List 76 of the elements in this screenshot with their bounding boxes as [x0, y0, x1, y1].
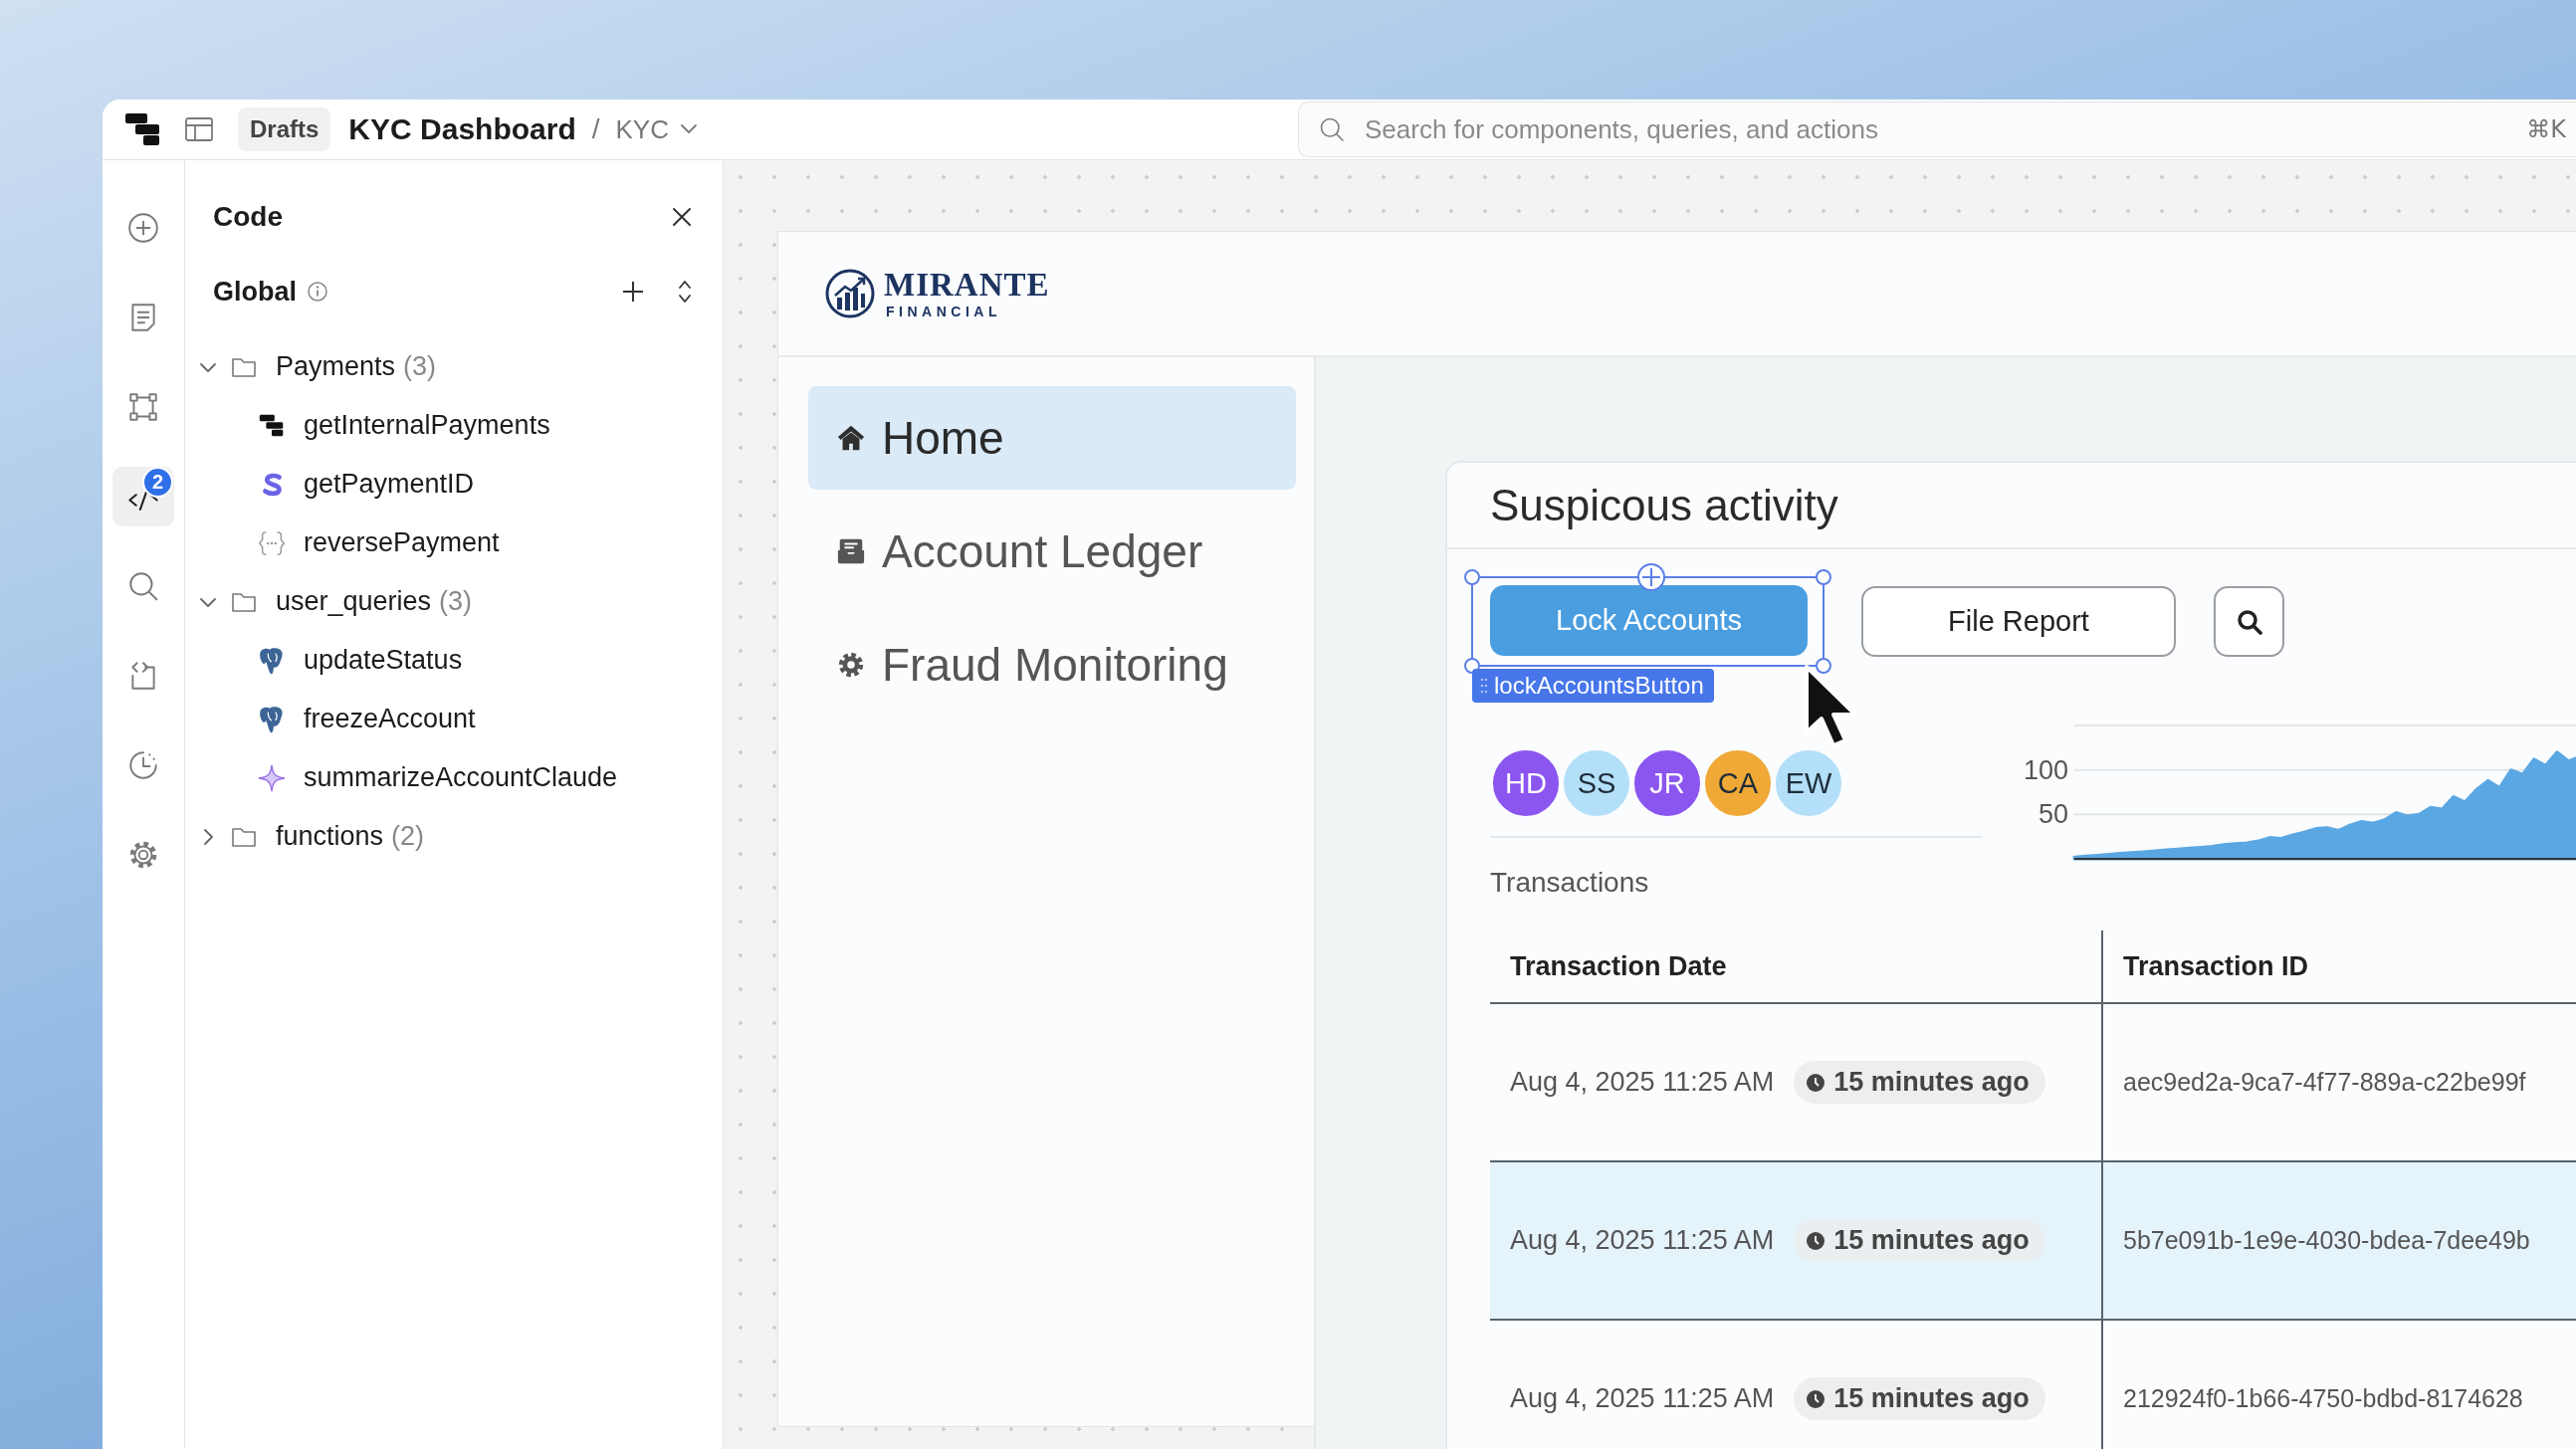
query-name[interactable]: freezeAccount	[304, 704, 476, 734]
component-name-tag[interactable]: lockAccountsButton	[1472, 669, 1714, 703]
folder-icon	[231, 590, 257, 613]
clock-icon	[126, 748, 160, 782]
panel-title: Code	[213, 201, 283, 233]
table-row[interactable]: Aug 4, 2025 11:25 AM 15 minutes ago 212924f0-1b66-4750-bdbd-8174628	[1490, 1321, 2576, 1449]
time-ago-tag: 15 minutes ago	[1794, 1377, 2045, 1420]
close-icon[interactable]	[671, 206, 693, 228]
section-label: Transactions	[1490, 868, 1650, 898]
search-icon	[1318, 115, 1346, 143]
axis-label: 100	[2023, 754, 2068, 785]
card-title: Suspicous activity	[1447, 463, 2576, 549]
section-title: Global	[213, 276, 297, 308]
table-row[interactable]: Aug 4, 2025 11:25 AM 15 minutes ago 5b7e091b-1e9e-4030-bdea-7dee49b	[1490, 1162, 2576, 1321]
add-icon	[126, 211, 160, 245]
column-header[interactable]: Transaction Date	[1510, 950, 1727, 982]
shortcut-hint: ⌘K	[2526, 115, 2566, 143]
transaction-id: 212924f0-1b66-4750-bdbd-8174628	[2123, 1384, 2523, 1413]
nav-item[interactable]: Home	[808, 386, 1296, 490]
expand-collapse-icon[interactable]	[677, 279, 693, 305]
item-count: (2)	[391, 821, 425, 852]
breadcrumb-separator: /	[591, 113, 600, 145]
chevron-down-icon[interactable]	[679, 123, 699, 135]
date-text: Aug 4, 2025 11:25 AM	[1510, 1067, 1775, 1098]
info-icon[interactable]	[307, 281, 328, 303]
gear-icon	[836, 650, 866, 680]
frame-icon	[126, 390, 160, 424]
query-name[interactable]: getInternalPayments	[304, 410, 550, 441]
folder-icon	[231, 825, 257, 848]
avatar: EW	[1773, 747, 1844, 819]
drag-handle-icon[interactable]	[1480, 677, 1488, 695]
column-header[interactable]: Transaction ID	[2123, 950, 2309, 982]
page-selector[interactable]: KYC	[615, 113, 669, 145]
avatar: SS	[1561, 747, 1632, 819]
avatar: HD	[1490, 747, 1562, 819]
date-text: Aug 4, 2025 11:25 AM	[1510, 1383, 1775, 1414]
folder-icon	[231, 355, 257, 378]
axis-label: 50	[2038, 799, 2068, 830]
inbox-icon	[836, 536, 866, 566]
add-icon[interactable]	[621, 280, 645, 304]
avatar: JR	[1631, 747, 1703, 819]
brand-name: MIRANTE	[884, 269, 1050, 302]
nav-item[interactable]: Account Ledger	[808, 500, 1296, 603]
date-text: Aug 4, 2025 11:25 AM	[1510, 1225, 1775, 1256]
time-ago-tag: 15 minutes ago	[1794, 1061, 2045, 1104]
brand-tagline: FINANCIAL	[885, 305, 1002, 318]
avatar: CA	[1702, 747, 1774, 819]
layout-icon[interactable]	[184, 116, 214, 142]
transaction-id: aec9ed2a-9ca7-4f77-889a-c22be99f	[2123, 1068, 2526, 1097]
query-name[interactable]: summarizeAccountClaude	[304, 762, 618, 793]
query-name[interactable]: updateStatus	[304, 645, 463, 676]
app-title: KYC Dashboard	[348, 112, 576, 146]
sparkle-icon	[257, 762, 287, 793]
folder-name[interactable]: functions	[276, 821, 384, 852]
house-icon	[836, 423, 866, 453]
file-report-button[interactable]: File Report	[1861, 586, 2176, 657]
search-button[interactable]	[2214, 586, 2284, 657]
search-icon	[126, 569, 160, 603]
logo-icon	[824, 268, 876, 319]
folder-link[interactable]: Drafts	[238, 107, 331, 151]
nav-item[interactable]: Fraud Monitoring	[808, 613, 1296, 717]
item-count: (3)	[439, 586, 473, 617]
folder-name[interactable]: user_queries	[276, 586, 432, 617]
transaction-id: 5b7e091b-1e9e-4030-bdea-7dee49b	[2123, 1226, 2530, 1255]
clock-icon	[1806, 1388, 1826, 1409]
code-icon	[127, 490, 159, 512]
search-icon	[2235, 607, 2263, 636]
folder-name[interactable]: Payments	[276, 351, 396, 382]
rail-button[interactable]: 2	[112, 467, 174, 526]
clock-icon	[1806, 1072, 1826, 1093]
notification-badge: 2	[142, 467, 173, 498]
clock-icon	[1806, 1230, 1826, 1251]
item-count: (3)	[403, 351, 437, 382]
time-ago-tag: 15 minutes ago	[1794, 1219, 2045, 1262]
query-name[interactable]: reversePayment	[304, 527, 500, 558]
query-name[interactable]: getPaymentID	[304, 469, 475, 500]
